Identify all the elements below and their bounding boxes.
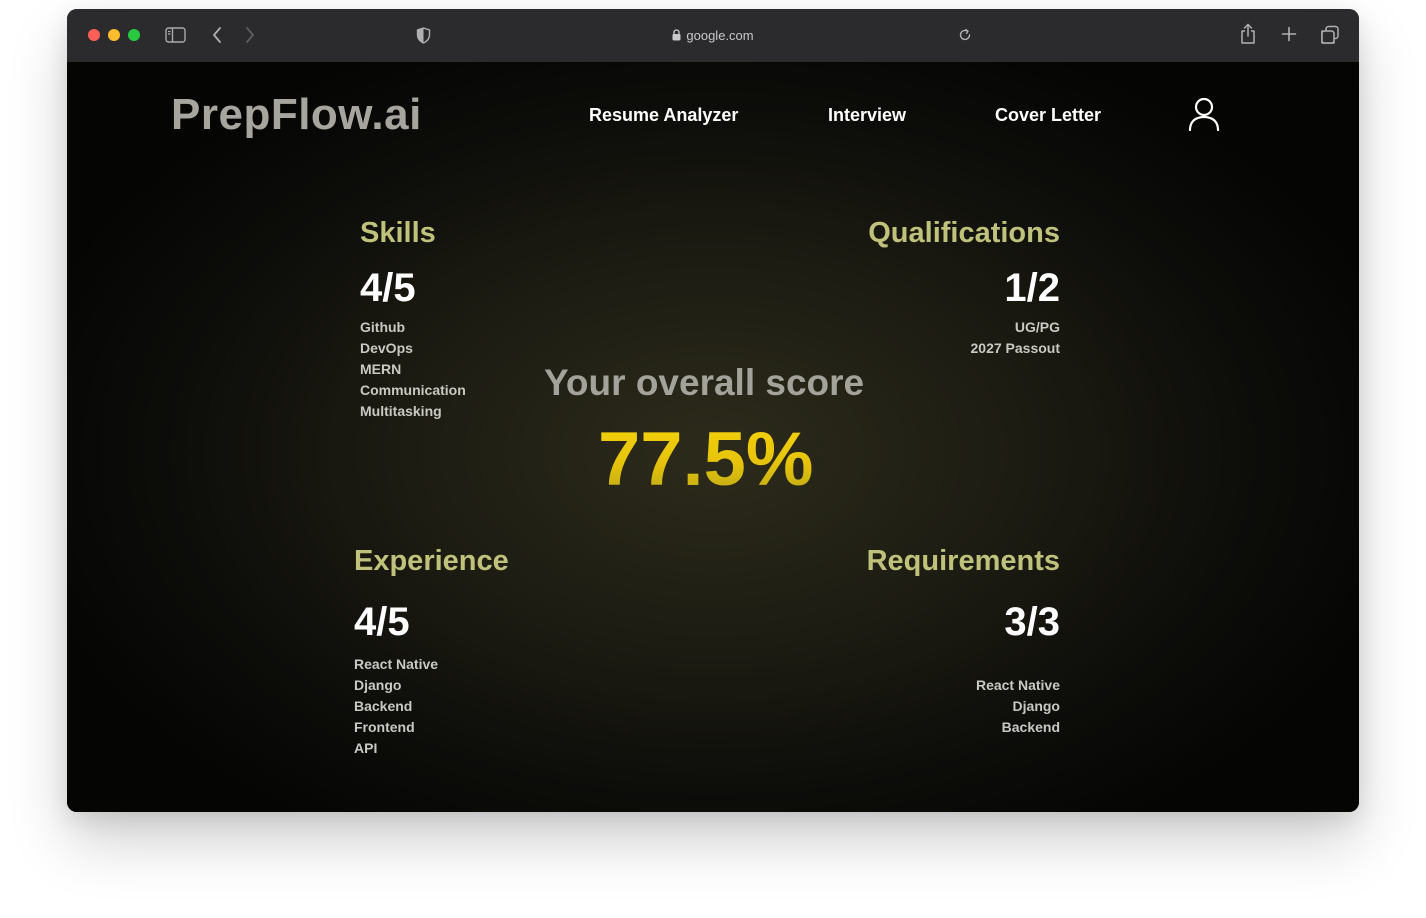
qualifications-score: 1/2 <box>1004 266 1060 310</box>
list-item: UG/PG <box>1014 319 1060 335</box>
nav-resume-analyzer[interactable]: Resume Analyzer <box>589 105 738 126</box>
browser-window: google.com PrepFlow.ai Resume Analyzer I… <box>67 9 1359 812</box>
list-item: Backend <box>1001 719 1060 735</box>
qualifications-title: Qualifications <box>868 217 1060 249</box>
user-icon[interactable] <box>1187 96 1221 132</box>
page-content: PrepFlow.ai Resume Analyzer Interview Co… <box>67 62 1359 812</box>
zoom-window-button[interactable] <box>128 29 140 41</box>
experience-score: 4/5 <box>354 600 410 644</box>
skills-list: Github DevOps MERN Communication Multita… <box>360 317 466 422</box>
requirements-list: React Native Django Backend <box>976 675 1060 738</box>
browser-toolbar: google.com <box>67 9 1359 63</box>
tabs-icon[interactable] <box>1319 24 1341 46</box>
list-item: API <box>354 740 378 756</box>
address-bar[interactable]: google.com <box>627 23 799 47</box>
list-item: MERN <box>360 361 402 377</box>
sidebar-icon[interactable] <box>164 25 186 45</box>
skills-score: 4/5 <box>360 266 416 310</box>
share-icon[interactable] <box>1237 23 1259 45</box>
chevron-left-icon[interactable] <box>207 25 227 45</box>
close-window-button[interactable] <box>88 29 100 41</box>
requirements-title: Requirements <box>866 545 1060 577</box>
list-item: React Native <box>354 656 439 672</box>
shield-icon[interactable] <box>413 25 433 45</box>
requirements-score: 3/3 <box>1004 600 1060 644</box>
list-item: Multitasking <box>360 403 442 419</box>
overall-score-value: 77.5% <box>598 417 814 502</box>
experience-list: React Native Django Backend Frontend API <box>354 654 438 759</box>
list-item: DevOps <box>360 340 413 356</box>
url-text: google.com <box>686 27 754 43</box>
plus-icon[interactable] <box>1279 24 1299 44</box>
list-item: Backend <box>354 698 413 714</box>
site-logo[interactable]: PrepFlow.ai <box>171 90 422 140</box>
nav-interview[interactable]: Interview <box>828 105 906 126</box>
list-item: React Native <box>975 677 1060 693</box>
list-item: Django <box>354 677 402 693</box>
list-item: Frontend <box>354 719 415 735</box>
overall-score-label: Your overall score <box>544 362 865 403</box>
chevron-right-icon[interactable] <box>240 25 260 45</box>
qualifications-list: UG/PG 2027 Passout <box>971 317 1061 359</box>
list-item: Github <box>360 319 406 335</box>
list-item: Django <box>1012 698 1060 714</box>
lock-icon <box>672 29 681 41</box>
experience-title: Experience <box>354 545 509 577</box>
skills-title: Skills <box>360 217 436 249</box>
reload-icon[interactable] <box>955 25 975 45</box>
list-item: Communication <box>360 382 466 398</box>
minimize-window-button[interactable] <box>108 29 120 41</box>
list-item: 2027 Passout <box>970 340 1061 356</box>
nav-cover-letter[interactable]: Cover Letter <box>995 105 1101 126</box>
